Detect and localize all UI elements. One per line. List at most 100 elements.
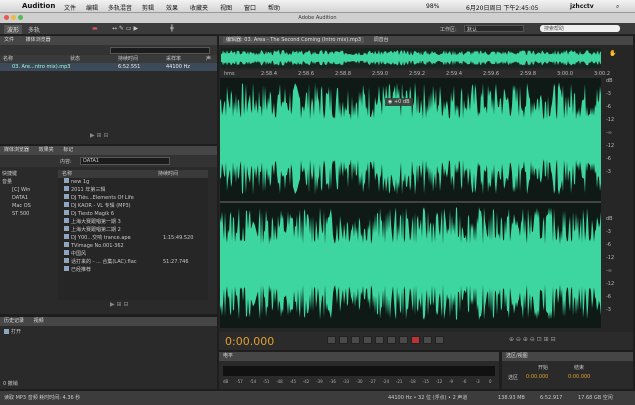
media-file-name: 话打来的 - ... 合集(LAC).flac <box>71 259 137 265</box>
menu-view[interactable]: 视图 <box>220 3 232 12</box>
tree-item[interactable]: 快捷键 <box>2 170 56 178</box>
files-search-input[interactable] <box>110 47 210 54</box>
tree-item[interactable]: [C] Win <box>2 186 56 194</box>
tab-history[interactable]: 历史记录 <box>4 318 24 324</box>
pause-button[interactable] <box>351 336 360 344</box>
media-file-row[interactable]: 2011 年第三辑 <box>58 186 208 194</box>
zoom-icons[interactable]: ⊕ ⊖ ⊕ ⊖ ⊡ ⊞ ⊟ <box>509 336 556 343</box>
tree-item[interactable]: 音量 <box>2 178 56 186</box>
media-tab[interactable]: 媒体浏览器 <box>26 37 51 43</box>
user-name[interactable]: jzhcctv <box>570 3 594 10</box>
level-tick-label: -9 <box>449 379 454 384</box>
tab-effects-rack[interactable]: 效果夹 <box>39 147 54 153</box>
media-file-name: 中国风 <box>71 251 87 257</box>
media-file-row[interactable]: 话打来的 - ... 合集(LAC).flac 51:27.746 <box>58 258 208 266</box>
selection-panel: 选区/视图 开始 结束 选区 0:00.000 0:00.000 <box>502 352 633 389</box>
media-file-name: DJ KAOR - VL 专辑 (MP3) <box>71 203 131 209</box>
overview-waveform[interactable] <box>221 48 601 68</box>
selection-start[interactable]: 0:00.000 <box>526 374 548 380</box>
media-file-row[interactable]: TVimage No.001-362 <box>58 242 208 250</box>
time-ruler[interactable]: hms 2:58.4 2:58.6 2:58.8 2:59.0 2:59.2 2:59.4 2… <box>220 70 610 78</box>
level-tick-label: -18 <box>409 379 416 384</box>
media-file-row[interactable]: Dj Tiesto Magik 6 <box>58 210 208 218</box>
folder-icon <box>64 234 69 239</box>
tree-item[interactable]: DATA1 <box>2 194 56 202</box>
app-menu[interactable]: Audition <box>22 2 55 10</box>
menu-favorites[interactable]: 收藏夹 <box>190 3 208 12</box>
goto-end-button[interactable] <box>399 336 408 344</box>
workspace-select[interactable]: 默认 <box>464 25 524 33</box>
history-item[interactable]: 打开 <box>0 328 217 336</box>
menu-multitrack[interactable]: 多轨混音 <box>108 3 132 12</box>
spectral-icon[interactable]: ▬ <box>92 25 98 32</box>
tree-item[interactable]: ST 500 <box>2 210 56 218</box>
col-status[interactable]: 状态 <box>70 55 118 63</box>
mac-menubar: Audition 文件 编辑 多轨混音 剪辑 效果 收藏夹 视图 窗口 帮助 9… <box>0 0 635 13</box>
spotlight-icon[interactable]: ⌕ <box>616 3 619 11</box>
menu-file[interactable]: 文件 <box>64 3 76 12</box>
menu-effects[interactable]: 效果 <box>166 3 178 12</box>
level-tick-label: -42 <box>302 379 310 384</box>
files-panel: 文件 媒体浏览器 名称 状态 持续时间 采样率 声 03. Are...ntro… <box>0 36 217 144</box>
play-button[interactable] <box>339 336 348 344</box>
tab-video[interactable]: 视频 <box>34 318 44 324</box>
skip-button[interactable] <box>435 336 444 344</box>
tree-item[interactable]: Mac OS <box>2 202 56 210</box>
level-tick-label: -54 <box>249 379 257 384</box>
battery-status[interactable]: 98% <box>426 3 439 10</box>
tool-icon[interactable]: ↔ ✎ ▭ ▶ <box>112 25 138 32</box>
db-tick-label: -∞ <box>606 268 612 274</box>
tab-markers[interactable]: 标记 <box>63 147 73 153</box>
hud-volume[interactable]: ◉ +0 dB <box>385 98 413 106</box>
folder-icon <box>64 178 69 183</box>
ruler-tick-label: 3:00.2 <box>594 71 610 77</box>
media-file-row[interactable]: 已经推荐 <box>58 266 208 274</box>
goto-start-button[interactable] <box>363 336 372 344</box>
media-file-row[interactable]: DJ KAOR - VL 专辑 (MP3) <box>58 202 208 210</box>
volume-knob-icon: ◉ <box>388 99 393 105</box>
media-footer-icons[interactable]: ▶ ⊞ ⊟ <box>110 301 128 308</box>
media-file-row[interactable]: 上海大赛跟唱第一期 3 <box>58 218 208 226</box>
loop-button[interactable] <box>423 336 432 344</box>
menu-help[interactable]: 帮助 <box>268 3 280 12</box>
tab-media-browser[interactable]: 媒体浏览器 <box>4 147 29 153</box>
selection-end[interactable]: 0:00.000 <box>568 374 590 380</box>
stop-button[interactable] <box>327 336 336 344</box>
rewind-button[interactable] <box>375 336 384 344</box>
record-button[interactable] <box>411 336 420 344</box>
media-file-name: 已经推荐 <box>71 267 92 273</box>
menu-edit[interactable]: 编辑 <box>86 3 98 12</box>
col-name[interactable]: 名称 <box>0 55 70 63</box>
media-file-row[interactable]: DJ Tiës...Elements Of Life <box>58 194 208 202</box>
content-select[interactable]: DATA1 <box>80 157 170 165</box>
search-help-input[interactable]: 搜索帮助 <box>540 25 620 32</box>
menu-clip[interactable]: 剪辑 <box>142 3 154 12</box>
media-file-row[interactable]: DJ Y00...交响 trance.ape 1:15:49.520 <box>58 234 208 242</box>
files-footer-icons[interactable]: ▶ ⊞ ⊟ <box>90 132 108 139</box>
media-file-row[interactable]: new 1g <box>58 178 208 186</box>
media-file-row[interactable]: 上海大赛跟唱第二期 2 <box>58 226 208 234</box>
ruler-tick-label: 2:59.8 <box>520 71 536 77</box>
db-tick-label: dB <box>606 216 613 222</box>
col-name[interactable]: 名称 <box>58 170 158 178</box>
mixer-tab[interactable]: 调音台 <box>374 37 389 43</box>
move-tool-icon[interactable]: ╋ <box>170 25 174 32</box>
zoom-hand-icon[interactable]: ✋ <box>609 50 616 57</box>
clock[interactable]: 6月20日周日 下午2:45:05 <box>466 3 539 12</box>
forward-button[interactable] <box>387 336 396 344</box>
menu-window[interactable]: 窗口 <box>244 3 256 12</box>
ruler-tick-label: 2:59.4 <box>446 71 462 77</box>
editor-tab[interactable]: 编辑器: 03. Area - The Second Coming (Intro… <box>223 37 365 43</box>
waveform-display[interactable]: ◉ +0 dB <box>220 78 601 328</box>
file-row[interactable]: 03. Are...ntro mix).mp3 6:52.551 44100 H… <box>0 63 217 71</box>
media-file-row[interactable]: 中国风 <box>58 250 208 258</box>
col-channels[interactable]: 声 <box>206 55 216 63</box>
files-tab[interactable]: 文件 <box>4 37 14 43</box>
media-file-name: Dj Tiesto Magik 6 <box>71 211 115 217</box>
col-duration[interactable]: 持续时间 <box>118 55 166 63</box>
col-duration[interactable]: 持续时间 <box>158 170 208 178</box>
multitrack-view-button[interactable]: 多轨 <box>28 25 40 34</box>
file-name: 03. Are...ntro mix).mp3 <box>12 64 71 70</box>
col-samplerate[interactable]: 采样率 <box>166 55 206 63</box>
waveform-view-button[interactable]: 波形 <box>4 25 23 34</box>
